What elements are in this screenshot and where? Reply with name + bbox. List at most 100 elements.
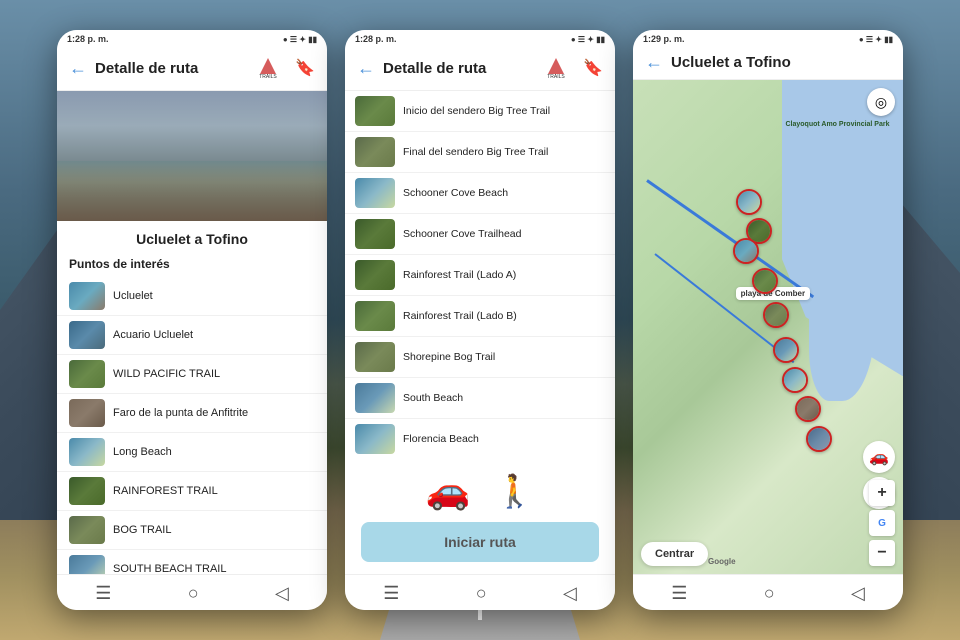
poi-item[interactable]: WILD PACIFIC TRAIL <box>57 355 327 394</box>
logo-icon-2: TRAILS <box>542 56 570 80</box>
nav-bar-1: ← Detalle de ruta TRAILS 🔖 <box>57 46 327 91</box>
poi-thumbnail <box>69 399 105 427</box>
zoom-in-button[interactable]: + <box>869 480 895 506</box>
poi-list[interactable]: Ucluelet Acuario Ucluelet WILD PACIFIC T… <box>57 277 327 574</box>
phone2-list-item[interactable]: Final del sendero Big Tree Trail <box>345 132 615 173</box>
poi-item[interactable]: Acuario Ucluelet <box>57 316 327 355</box>
poi-name: Ucluelet <box>113 290 153 302</box>
poi-item[interactable]: Ucluelet <box>57 277 327 316</box>
poi-thumbnail <box>69 555 105 574</box>
hero-image-1 <box>57 91 327 221</box>
poi-item[interactable]: BOG TRAIL <box>57 511 327 550</box>
poi-thumbnail <box>69 321 105 349</box>
back-button-3[interactable]: ← <box>645 52 663 73</box>
phone2-list-item[interactable]: Florencia Beach <box>345 419 615 456</box>
poi-item[interactable]: Faro de la punta de Anfitrite <box>57 394 327 433</box>
poi-thumbnail <box>69 438 105 466</box>
home-icon-2[interactable]: ○ <box>476 583 487 604</box>
phone-2: 1:28 p. m. ● ☰ ✦ ▮▮ ← Detalle de ruta TR… <box>345 30 615 610</box>
bottom-nav-2: ☰ ○ ◁ <box>345 574 615 610</box>
poi-thumbnail <box>69 516 105 544</box>
map-container[interactable]: Clayoquot Amo Provincial Park playa de C… <box>633 80 903 574</box>
compass-button[interactable]: ◎ <box>867 88 895 116</box>
menu-icon-1[interactable]: ☰ <box>95 583 111 604</box>
poi-thumbnail <box>69 360 105 388</box>
phone2-item-name: Rainforest Trail (Lado A) <box>403 269 516 281</box>
status-time-2: 1:28 p. m. <box>355 34 397 44</box>
transport-icons: 🚗 🚶 <box>345 456 615 522</box>
status-icons-1: ● ☰ ✦ ▮▮ <box>283 35 317 44</box>
phone2-thumbnail <box>355 301 395 331</box>
phone2-list-item[interactable]: South Beach <box>345 378 615 419</box>
svg-text:TRAILS: TRAILS <box>259 74 277 80</box>
nav-title-3: Ucluelet a Tofino <box>671 54 891 71</box>
phone2-item-name: Florencia Beach <box>403 433 479 445</box>
poi-thumbnail <box>69 282 105 310</box>
car-transport-icon[interactable]: 🚗 <box>426 470 471 512</box>
map-zoom-controls: + G − <box>869 480 895 566</box>
poi-thumbnail <box>69 477 105 505</box>
map-pin-8[interactable] <box>795 396 821 422</box>
phone2-list-item[interactable]: Rainforest Trail (Lado B) <box>345 296 615 337</box>
back-icon-2[interactable]: ◁ <box>563 583 577 604</box>
back-button-2[interactable]: ← <box>357 58 375 79</box>
phone2-thumbnail <box>355 178 395 208</box>
phone2-thumbnail <box>355 260 395 290</box>
menu-icon-2[interactable]: ☰ <box>383 583 399 604</box>
phone2-list-item[interactable]: Inicio del sendero Big Tree Trail <box>345 91 615 132</box>
phone2-thumbnail <box>355 137 395 167</box>
map-pin-1[interactable] <box>736 189 762 215</box>
phone2-list-item[interactable]: Rainforest Trail (Lado A) <box>345 255 615 296</box>
nav-bar-2: ← Detalle de ruta TRAILS 🔖 <box>345 46 615 91</box>
status-bar-3: 1:29 p. m. ● ☰ ✦ ▮▮ <box>633 30 903 46</box>
phone2-list-item[interactable]: Schooner Cove Trailhead <box>345 214 615 255</box>
phone2-list[interactable]: Inicio del sendero Big Tree Trail Final … <box>345 91 615 456</box>
map-pin-3[interactable] <box>733 238 759 264</box>
center-button[interactable]: Centrar <box>641 542 708 566</box>
phone2-list-item[interactable]: Schooner Cove Beach <box>345 173 615 214</box>
map-car-button[interactable]: 🚗 <box>863 441 895 473</box>
phones-container: 1:28 p. m. ● ☰ ✦ ▮▮ ← Detalle de ruta TR… <box>0 0 960 640</box>
status-bar-2: 1:28 p. m. ● ☰ ✦ ▮▮ <box>345 30 615 46</box>
walk-transport-icon[interactable]: 🚶 <box>494 472 534 510</box>
bookmark-icon-2[interactable]: 🔖 <box>583 58 603 78</box>
bottom-nav-1: ☰ ○ ◁ <box>57 574 327 610</box>
map-water-secondary <box>809 228 877 401</box>
nav-bar-3: ← Ucluelet a Tofino <box>633 46 903 80</box>
status-icons-2: ● ☰ ✦ ▮▮ <box>571 35 605 44</box>
poi-name: Faro de la punta de Anfitrite <box>113 407 248 419</box>
phone2-thumbnail <box>355 96 395 126</box>
map-pin-9[interactable] <box>806 426 832 452</box>
poi-name: Acuario Ucluelet <box>113 329 193 341</box>
back-button-1[interactable]: ← <box>69 58 87 79</box>
map-pin-4[interactable] <box>752 268 778 294</box>
phone2-thumbnail <box>355 383 395 413</box>
poi-name: BOG TRAIL <box>113 524 171 536</box>
phone2-thumbnail <box>355 424 395 454</box>
home-icon-3[interactable]: ○ <box>764 583 775 604</box>
nav-title-2: Detalle de ruta <box>383 60 537 77</box>
poi-item[interactable]: SOUTH BEACH TRAIL <box>57 550 327 574</box>
map-controls-right: ◎ <box>867 88 895 116</box>
poi-item[interactable]: RAINFOREST TRAIL <box>57 472 327 511</box>
map-pin-5[interactable] <box>763 302 789 328</box>
phone2-list-item[interactable]: Shorepine Bog Trail <box>345 337 615 378</box>
google-maps-icon[interactable]: G <box>869 510 895 536</box>
park-label: Clayoquot Amo Provincial Park <box>786 120 890 129</box>
home-icon-1[interactable]: ○ <box>188 583 199 604</box>
phone2-item-name: Schooner Cove Beach <box>403 187 508 199</box>
back-icon-3[interactable]: ◁ <box>851 583 865 604</box>
phone2-item-name: Schooner Cove Trailhead <box>403 228 522 240</box>
back-icon-1[interactable]: ◁ <box>275 583 289 604</box>
poi-item[interactable]: Long Beach <box>57 433 327 472</box>
zoom-out-button[interactable]: − <box>869 540 895 566</box>
app-logo-2: TRAILS <box>537 52 575 84</box>
start-route-button[interactable]: Iniciar ruta <box>361 522 599 562</box>
bookmark-icon-1[interactable]: 🔖 <box>295 58 315 78</box>
map-pin-7[interactable] <box>782 367 808 393</box>
route-title: Ucluelet a Tofino <box>57 221 327 253</box>
menu-icon-3[interactable]: ☰ <box>671 583 687 604</box>
phone-3: 1:29 p. m. ● ☰ ✦ ▮▮ ← Ucluelet a Tofino … <box>633 30 903 610</box>
nav-title-1: Detalle de ruta <box>95 60 249 77</box>
section-title: Puntos de interés <box>57 253 327 277</box>
